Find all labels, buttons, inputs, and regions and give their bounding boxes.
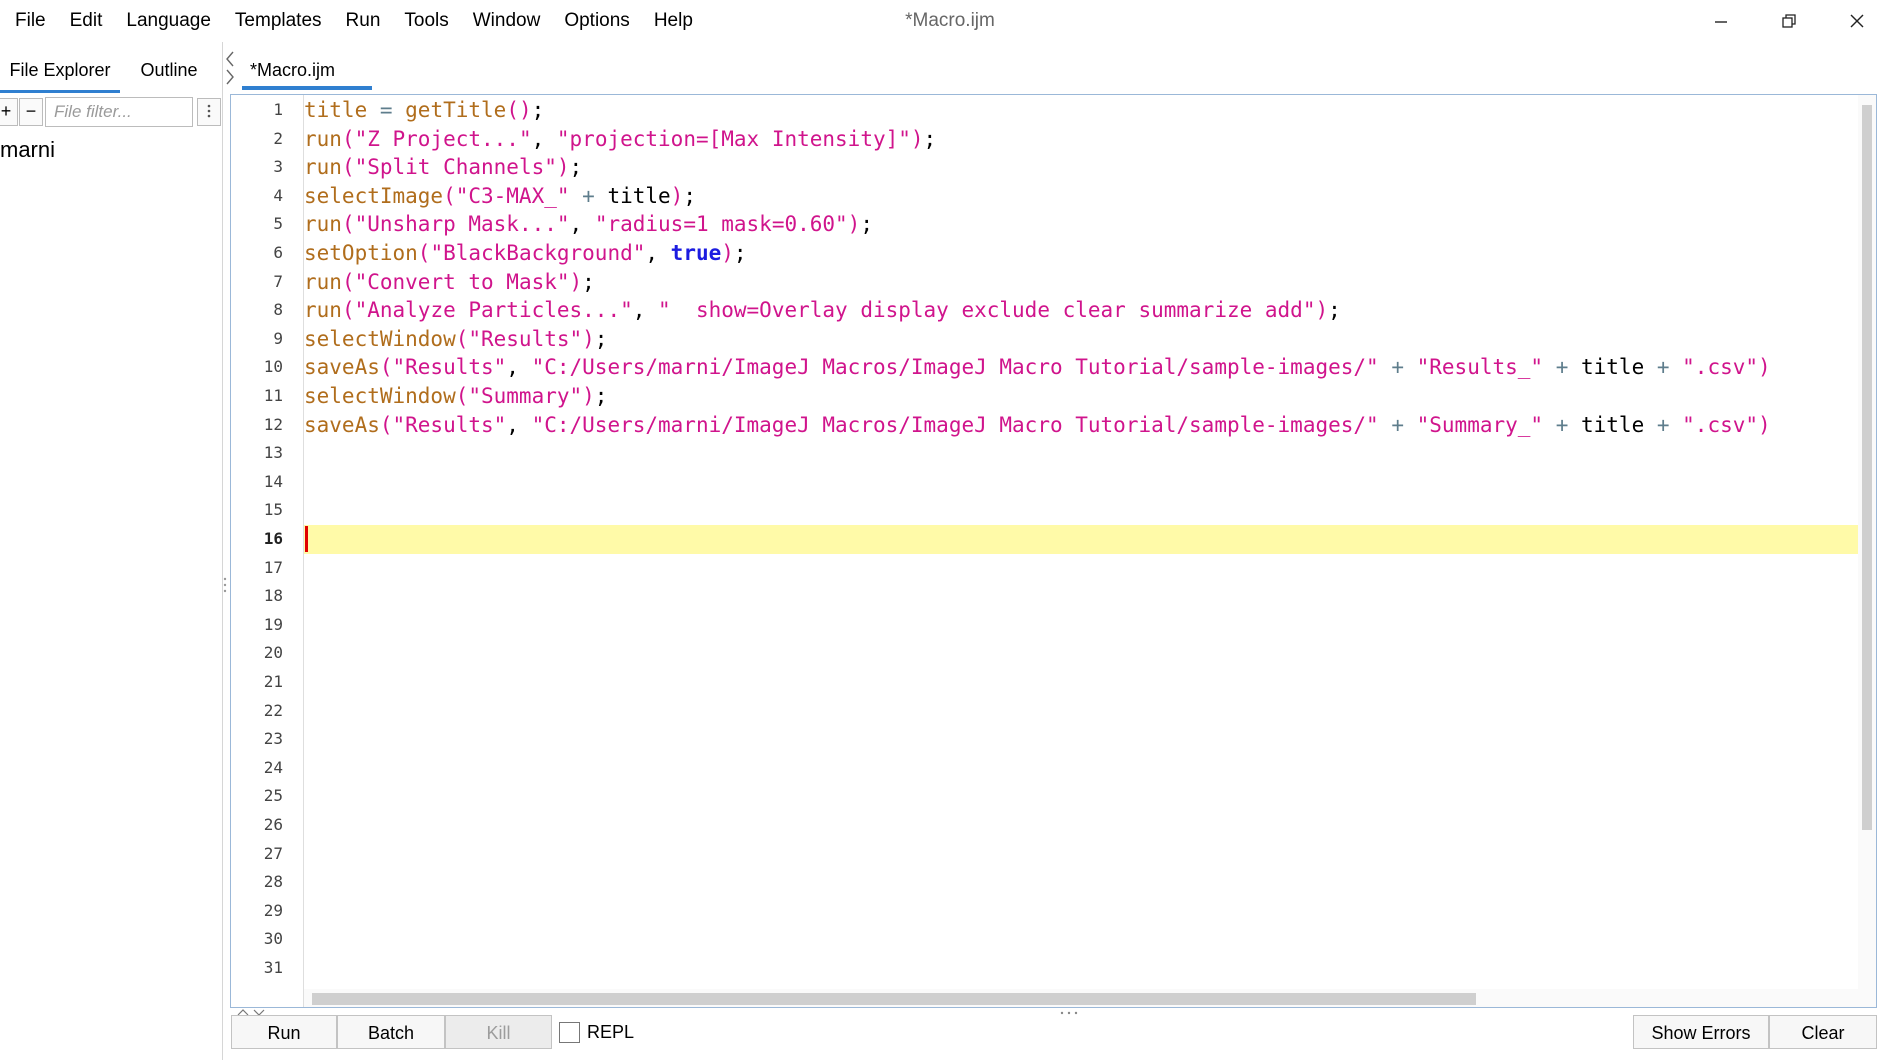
left-panel-tabs: File Explorer Outline xyxy=(0,42,222,93)
line-number: 19 xyxy=(263,614,283,634)
line-number-gutter: 1 2 3 4 5 6 7 8 9 10 11 12 13 14 15 16 17 18 19 20 21 22 23 24 2… xyxy=(231,95,304,1007)
vertical-scroll-thumb[interactable] xyxy=(1862,105,1872,830)
batch-button[interactable]: Batch xyxy=(337,1015,445,1049)
line-number: 9 xyxy=(273,328,283,348)
chevron-left-right-icon xyxy=(226,51,234,85)
tab-file-explorer[interactable]: File Explorer xyxy=(0,42,120,93)
line-number: 21 xyxy=(263,672,283,691)
line-number: 23 xyxy=(263,729,283,749)
more-vertical-icon xyxy=(207,104,211,118)
code-line: run("Analyze Particles...", " show=Overl… xyxy=(304,298,1341,323)
line-number: 8 xyxy=(273,300,283,320)
line-number: 14 xyxy=(263,471,283,491)
line-number: 7 xyxy=(273,271,283,291)
menu-templates[interactable]: Templates xyxy=(223,0,334,42)
line-number: 1 xyxy=(273,100,283,119)
code-line: saveAs("Results", "C:/Users/marni/ImageJ… xyxy=(304,412,1771,437)
minimize-icon xyxy=(1715,21,1727,23)
line-number: 11 xyxy=(263,386,283,405)
menu-window[interactable]: Window xyxy=(461,0,553,42)
kill-button[interactable]: Kill xyxy=(445,1015,552,1049)
run-toolbar: Run Batch Kill REPL Show Errors Clear xyxy=(230,1014,1891,1060)
horizontal-scrollbar[interactable] xyxy=(304,989,1858,1007)
drag-handle-icon xyxy=(223,577,227,593)
line-number: 26 xyxy=(263,815,283,834)
repl-label: REPL xyxy=(587,1022,635,1042)
menu-options[interactable]: Options xyxy=(552,0,641,42)
window-title: *Macro.ijm xyxy=(905,10,995,31)
line-number: 27 xyxy=(263,843,283,863)
code-line: run("Z Project...", "projection=[Max Int… xyxy=(304,126,937,151)
close-icon xyxy=(1850,14,1864,28)
run-button[interactable]: Run xyxy=(231,1015,337,1049)
tab-scroll-arrows[interactable] xyxy=(222,48,238,90)
line-number: 17 xyxy=(263,557,283,577)
line-number: 25 xyxy=(263,786,283,806)
code-editor[interactable]: 1 2 3 4 5 6 7 8 9 10 11 12 13 14 15 16 17 18 19 20 21 22 23 24 2… xyxy=(230,94,1877,1008)
repl-toggle[interactable]: REPL xyxy=(559,1022,634,1043)
line-number: 28 xyxy=(263,872,283,892)
add-button[interactable]: + xyxy=(0,98,18,126)
line-number: 24 xyxy=(263,757,283,777)
code-line: title = getTitle(); xyxy=(304,98,545,122)
code-line: saveAs("Results", "C:/Users/marni/ImageJ… xyxy=(304,355,1771,380)
code-line: selectWindow("Results"); xyxy=(304,326,608,351)
repl-checkbox[interactable] xyxy=(559,1022,580,1043)
line-number: 15 xyxy=(263,500,283,520)
menu-edit[interactable]: Edit xyxy=(58,0,115,42)
line-number: 22 xyxy=(263,700,283,720)
line-number: 31 xyxy=(263,958,283,977)
clear-button[interactable]: Clear xyxy=(1769,1015,1877,1049)
title-bar: File Edit Language Templates Run Tools W… xyxy=(0,0,1891,42)
tab-macro-ijm[interactable]: *Macro.ijm xyxy=(242,42,372,90)
file-filter-row: + − xyxy=(0,95,222,129)
code-line: run("Unsharp Mask...", "radius=1 mask=0.… xyxy=(304,212,873,237)
menu-file[interactable]: File xyxy=(0,0,58,42)
line-number: 4 xyxy=(273,185,283,205)
line-number: 6 xyxy=(273,243,283,262)
remove-button[interactable]: − xyxy=(19,98,43,126)
code-line: selectWindow("Summary"); xyxy=(304,384,608,408)
line-number: 12 xyxy=(263,414,283,434)
line-number: 10 xyxy=(263,357,283,377)
file-filter-input[interactable] xyxy=(45,97,193,127)
line-number: 29 xyxy=(263,900,283,920)
tree-item-folder[interactable]: marni xyxy=(0,137,55,163)
code-area[interactable]: title = getTitle(); run("Z Project...", "… xyxy=(304,95,1858,1007)
menu-language[interactable]: Language xyxy=(114,0,223,42)
code-line: setOption("BlackBackground", true); xyxy=(304,241,747,265)
line-number: 5 xyxy=(273,214,283,234)
menu-bar: File Edit Language Templates Run Tools W… xyxy=(0,0,705,42)
restore-button[interactable] xyxy=(1755,0,1823,42)
line-number: 13 xyxy=(263,443,283,463)
horizontal-scroll-thumb[interactable] xyxy=(312,993,1476,1005)
console-resize-grip[interactable] xyxy=(1058,1003,1080,1015)
menu-run[interactable]: Run xyxy=(334,0,393,42)
menu-help[interactable]: Help xyxy=(642,0,705,42)
line-number: 3 xyxy=(273,157,283,177)
line-number: 30 xyxy=(263,929,283,949)
text-caret xyxy=(305,526,308,552)
code-line: selectImage("C3-MAX_" + title); xyxy=(304,183,696,208)
tab-outline[interactable]: Outline xyxy=(124,42,214,90)
vertical-scrollbar[interactable] xyxy=(1858,95,1876,1007)
show-errors-button[interactable]: Show Errors xyxy=(1633,1015,1769,1049)
code-line: run("Convert to Mask"); xyxy=(304,269,595,294)
filter-options-button[interactable] xyxy=(197,98,221,126)
code-line: run("Split Channels"); xyxy=(304,155,583,180)
restore-icon xyxy=(1782,14,1796,28)
line-number: 20 xyxy=(263,643,283,663)
line-number: 16 xyxy=(263,529,283,548)
current-line-highlight xyxy=(304,525,1858,554)
close-button[interactable] xyxy=(1823,0,1891,42)
splitter-handle[interactable] xyxy=(222,570,228,600)
line-number: 2 xyxy=(273,128,283,148)
left-panel: File Explorer Outline + − marni xyxy=(0,42,223,1060)
menu-tools[interactable]: Tools xyxy=(392,0,460,42)
line-number: 18 xyxy=(263,586,283,606)
minimize-button[interactable] xyxy=(1687,0,1755,42)
editor-tab-bar: *Macro.ijm xyxy=(222,42,1891,94)
window-controls xyxy=(1687,0,1891,42)
